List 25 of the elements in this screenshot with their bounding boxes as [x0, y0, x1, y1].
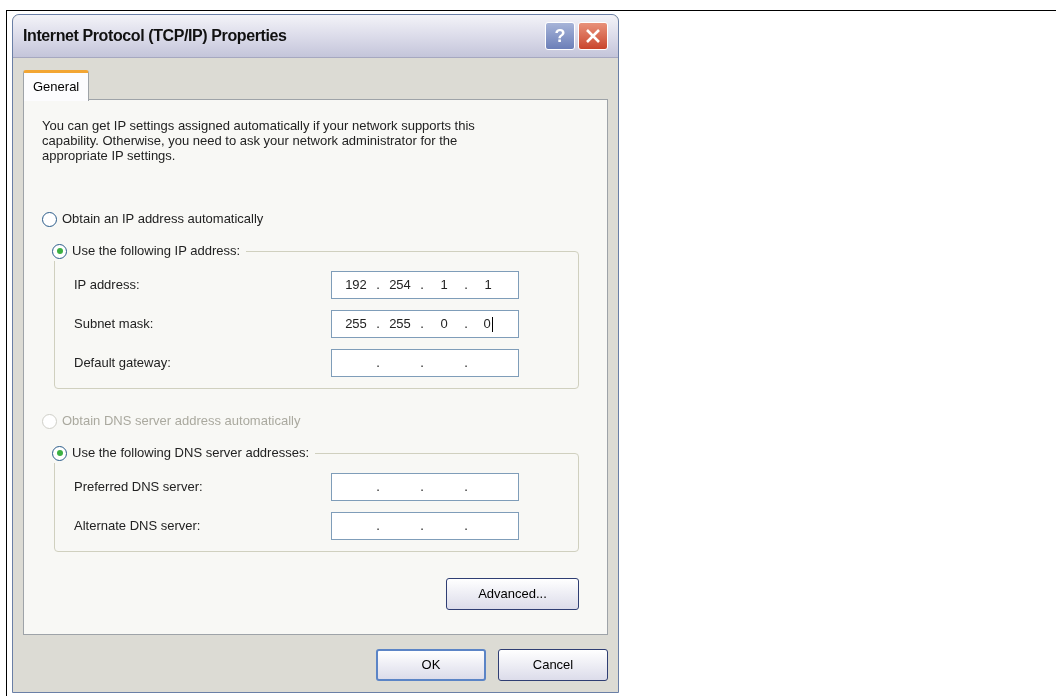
window-title: Internet Protocol (TCP/IP) Properties: [23, 26, 287, 46]
tab[interactable]: General: [23, 70, 90, 101]
ip-address-field[interactable]: 192 . 254 . 1 . 1: [331, 271, 519, 299]
description-text: You can get IP settings assigned automatically if your network supports this capability. Otherwise, you need to ask your network administrator for the appropriate IP settings.: [42, 118, 476, 163]
field-label: Subnet mask:: [73, 315, 155, 334]
field-label: Alternate DNS server:: [73, 517, 202, 536]
cancel-button[interactable]: Cancel: [498, 649, 608, 681]
field-label: Preferred DNS server:: [73, 478, 204, 497]
close-button[interactable]: [578, 22, 608, 50]
radio-label: Obtain DNS server address automatically: [62, 412, 301, 431]
ok-button[interactable]: OK: [376, 649, 486, 681]
radio-label: Obtain an IP address automatically: [62, 210, 264, 229]
radio-button[interactable]: [52, 445, 67, 461]
ip-address-field[interactable]: . . .: [331, 349, 519, 377]
radio-button[interactable]: [42, 211, 57, 227]
radio-button[interactable]: [52, 243, 67, 259]
radio-label: Use the following DNS server addresses:: [72, 444, 309, 463]
field-label: IP address:: [73, 276, 141, 295]
advanced-button[interactable]: Advanced...: [446, 578, 579, 610]
radio-label: Use the following IP address:: [72, 242, 241, 261]
ip-address-field[interactable]: . . .: [331, 512, 519, 540]
ip-address-field[interactable]: 255 . 255 . 0 . 0: [331, 310, 519, 338]
ip-address-field[interactable]: . . .: [331, 473, 519, 501]
field-label: Default gateway:: [73, 354, 172, 373]
close-icon: [585, 28, 601, 44]
